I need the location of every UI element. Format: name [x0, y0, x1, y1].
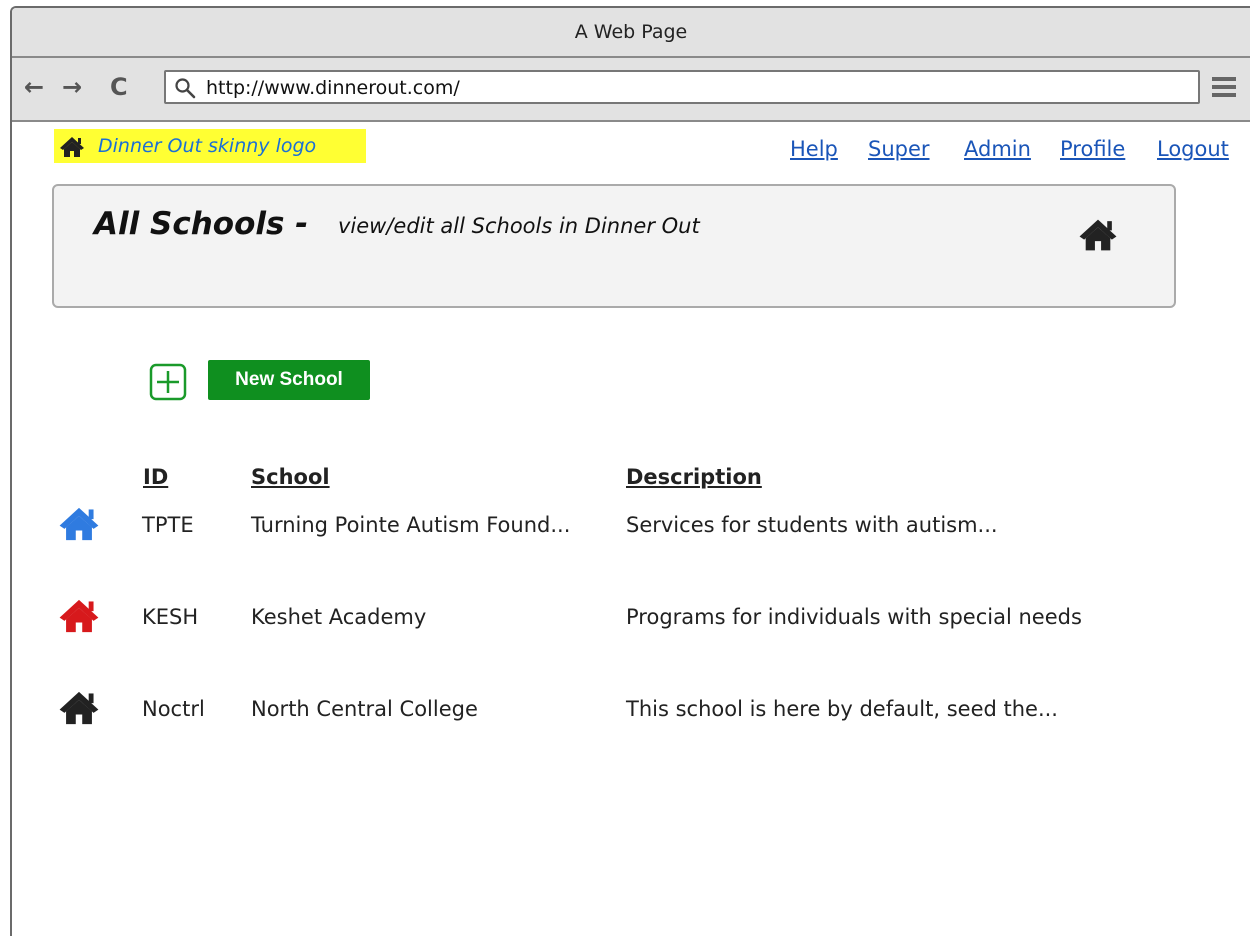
row-school: Turning Pointe Autism Found... [251, 513, 571, 537]
row-description: Services for students with autism... [626, 513, 998, 537]
column-header-description[interactable]: Description [626, 462, 762, 492]
logo-text: Dinner Out skinny logo [98, 135, 317, 157]
url-text: http://www.dinnerout.com/ [206, 77, 460, 99]
row-school: North Central College [251, 697, 478, 721]
column-header-id[interactable]: ID [143, 462, 168, 492]
super-link[interactable]: Super [868, 134, 930, 164]
site-logo[interactable]: Dinner Out skinny logo [54, 129, 366, 163]
help-link[interactable]: Help [790, 134, 838, 164]
window-title: A Web Page [12, 8, 1250, 58]
home-icon [60, 137, 84, 157]
row-description: Programs for individuals with special ne… [626, 605, 1082, 629]
new-school-button[interactable]: New School [208, 360, 370, 400]
table-row[interactable]: KESH Keshet Academy Programs for individ… [12, 596, 1250, 640]
table-row[interactable]: TPTE Turning Pointe Autism Found... Serv… [12, 504, 1250, 548]
home-icon[interactable] [1078, 218, 1118, 252]
address-bar: ← → C http://www.dinnerout.com/ [12, 58, 1250, 122]
reload-icon[interactable]: C [110, 72, 128, 102]
forward-arrow-icon[interactable]: → [62, 72, 82, 102]
row-id: KESH [142, 605, 199, 629]
home-icon[interactable] [58, 506, 100, 542]
profile-link[interactable]: Profile [1060, 134, 1125, 164]
page-header-panel: All Schools - view/edit all Schools in D… [52, 184, 1176, 308]
row-school: Keshet Academy [251, 605, 427, 629]
table-row[interactable]: Noctrl North Central College This school… [12, 688, 1250, 732]
url-input[interactable]: http://www.dinnerout.com/ [164, 70, 1200, 104]
home-icon[interactable] [58, 690, 100, 726]
row-id: Noctrl [142, 697, 205, 721]
admin-link[interactable]: Admin [964, 134, 1031, 164]
logout-link[interactable]: Logout [1157, 134, 1229, 164]
row-description: This school is here by default, seed the… [626, 697, 1058, 721]
back-arrow-icon[interactable]: ← [24, 72, 44, 102]
hamburger-menu-icon[interactable] [1212, 76, 1236, 98]
column-header-school[interactable]: School [251, 462, 330, 492]
page-title: All Schools - [94, 206, 309, 242]
row-id: TPTE [142, 513, 194, 537]
add-icon[interactable] [149, 363, 187, 401]
browser-window: A Web Page ← → C http://www.dinnerout.co… [10, 6, 1250, 936]
page-subtitle: view/edit all Schools in Dinner Out [338, 214, 700, 238]
home-icon[interactable] [58, 598, 100, 634]
search-icon [175, 78, 196, 99]
